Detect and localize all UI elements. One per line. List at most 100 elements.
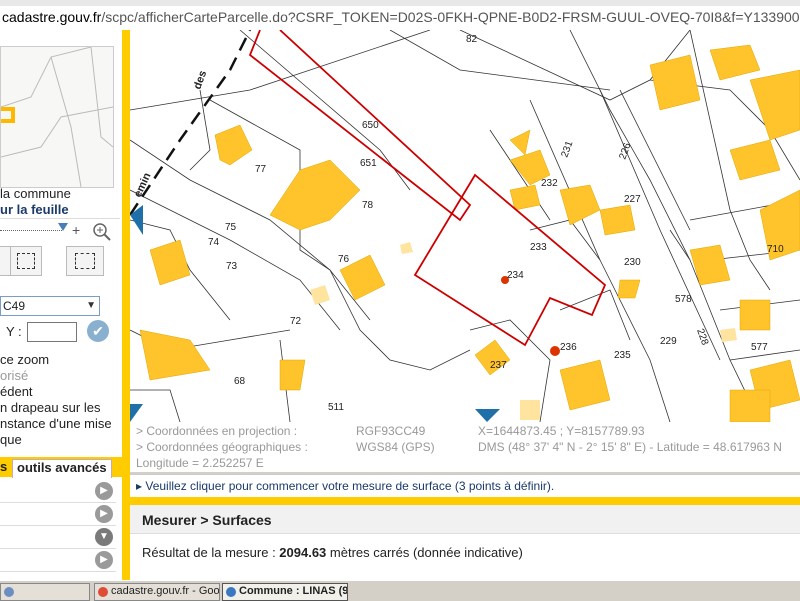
- zoom-in-plus-icon[interactable]: +: [72, 222, 80, 238]
- parcel-label: 230: [624, 257, 641, 268]
- taskbar-item-commune[interactable]: Commune : LINAS (91...: [222, 583, 348, 601]
- parcel-label: 228: [694, 327, 710, 347]
- left-panel: la commune ur la feuille + C49 ▼ Y : ✔ c…: [0, 30, 122, 580]
- panel-tabs: s outils avancés: [0, 457, 122, 478]
- play-icon[interactable]: ▶: [95, 482, 113, 500]
- bullet-arrow-icon: ▸: [136, 479, 146, 493]
- parcel-label: 233: [530, 242, 547, 253]
- dashed-rectangle-icon: [17, 253, 35, 269]
- y-coordinate-input[interactable]: [27, 322, 77, 342]
- parcel-label: 577: [751, 342, 768, 353]
- menu-previous[interactable]: édent: [0, 384, 33, 399]
- parcel-label: 578: [675, 294, 692, 305]
- instruction-text: Veuillez cliquer pour commencer votre me…: [145, 479, 555, 493]
- play-down-icon[interactable]: ▼: [95, 528, 113, 546]
- parcel-label: 77: [255, 164, 267, 175]
- measure-title: Mesurer > Surfaces: [142, 512, 272, 528]
- parcel-label: 75: [225, 222, 237, 233]
- extent-icon: [75, 253, 95, 269]
- parcel-label: 650: [362, 120, 379, 131]
- browser-icon: [226, 587, 236, 597]
- parcel-label: 232: [541, 178, 558, 189]
- coordinates-panel: > Coordonnées en projection : RGF93CC49 …: [130, 422, 800, 472]
- window-icon: [4, 587, 14, 597]
- parcel-label: 511: [328, 402, 344, 413]
- tool-row-2[interactable]: ▶: [0, 503, 116, 526]
- panel-separator: [122, 30, 130, 580]
- parcel-label: 72: [290, 316, 302, 327]
- address-bar[interactable]: cadastre.gouv.fr/scpc/afficherCarteParce…: [0, 0, 800, 31]
- instruction-bar: ▸ Veuillez cliquer pour commencer votre …: [130, 474, 800, 498]
- parcel-label: 231: [559, 139, 575, 159]
- measure-panel: Mesurer > Surfaces Résultat de la mesure…: [130, 505, 800, 580]
- parcel-label: 235: [614, 350, 631, 361]
- projection-label: > Coordonnées en projection :: [136, 424, 298, 438]
- parcel-label: 68: [234, 376, 246, 387]
- parcel-label: 82: [466, 34, 478, 45]
- pan-west-arrow-icon[interactable]: [130, 205, 143, 235]
- parcel-label: 236: [560, 342, 577, 353]
- parcel-650-highlight: [248, 30, 472, 222]
- link-feuille[interactable]: ur la feuille: [0, 202, 69, 217]
- parcel-label: 227: [624, 194, 641, 205]
- parcel-label: 78: [362, 200, 374, 211]
- pan-southwest-arrow-icon[interactable]: [130, 404, 143, 422]
- parcel-label: 76: [338, 254, 350, 265]
- tab-advanced-tools[interactable]: outils avancés: [12, 459, 112, 478]
- menu-flag-line-1[interactable]: n drapeau sur les: [0, 400, 100, 415]
- tab-partial[interactable]: s: [0, 459, 7, 477]
- projection-system: RGF93CC49: [356, 424, 426, 438]
- play-icon[interactable]: ▶: [95, 505, 113, 523]
- overview-minimap[interactable]: [0, 46, 114, 188]
- chevron-down-icon: ▼: [86, 300, 96, 311]
- rectangle-select-button[interactable]: [10, 246, 42, 276]
- menu-authorised: orisé: [0, 368, 29, 383]
- geo-value: DMS (48° 37' 4" N - 2° 15' 8" E) - Latit…: [478, 440, 782, 454]
- map-canvas[interactable]: 82 650 651 77 78 75 74 73 76 72 68 511 2…: [130, 30, 800, 422]
- taskbar: cadastre.gouv.fr - Googl... Commune : LI…: [0, 580, 800, 601]
- menu-flag-line-2[interactable]: nstance d'une mise: [0, 416, 112, 431]
- parcel-label: 74: [208, 237, 220, 248]
- longitude-value: Longitude = 2.252257 E: [136, 456, 264, 470]
- validate-coordinates-button[interactable]: ✔: [87, 320, 109, 342]
- buildings: [139, 44, 800, 422]
- zoom-slider-track[interactable]: [0, 230, 62, 231]
- menu-zoom[interactable]: ce zoom: [0, 352, 49, 367]
- parcel-label: 229: [660, 336, 677, 347]
- divider: [0, 218, 120, 219]
- taskbar-item[interactable]: [0, 583, 90, 601]
- geo-label: > Coordonnées géographiques :: [136, 440, 308, 454]
- menu-flag-line-3[interactable]: que: [0, 432, 22, 447]
- street-label: emin: [132, 171, 154, 200]
- fit-extent-button[interactable]: [66, 246, 104, 276]
- parcel-label: 237: [490, 360, 507, 371]
- parcel-label: 651: [360, 158, 377, 169]
- cadastral-map[interactable]: 82 650 651 77 78 75 74 73 76 72 68 511 2…: [130, 30, 800, 422]
- tool-row-1[interactable]: ▶: [0, 480, 116, 503]
- url-text[interactable]: cadastre.gouv.fr/scpc/afficherCarteParce…: [2, 9, 800, 25]
- y-label: Y :: [6, 324, 22, 339]
- checkmark-icon: ✔: [92, 323, 104, 339]
- parcel-label: 710: [767, 244, 784, 255]
- play-icon[interactable]: ▶: [95, 551, 113, 569]
- street-label: des: [192, 69, 210, 91]
- section-separator: [130, 497, 800, 505]
- geo-system: WGS84 (GPS): [356, 440, 435, 454]
- tool-row-4[interactable]: ▶: [0, 549, 116, 572]
- measure-point-marker[interactable]: [550, 346, 560, 356]
- minimap-lines: [1, 47, 113, 187]
- link-commune[interactable]: la commune: [0, 186, 71, 201]
- projection-value: X=1644873.45 ; Y=8157789.93: [478, 424, 645, 438]
- measure-header: Mesurer > Surfaces: [130, 505, 800, 534]
- browser-top-strip: [0, 0, 800, 6]
- tool-row-3[interactable]: ▼: [0, 526, 116, 549]
- measure-result-value: 2094.63: [279, 545, 327, 560]
- zoom-slider-handle[interactable]: [58, 223, 68, 231]
- zoom-magnifier-icon[interactable]: [92, 222, 112, 242]
- pan-south-arrow-icon[interactable]: [475, 409, 500, 422]
- measure-result: Résultat de la mesure : 2094.63 mètres c…: [142, 545, 523, 560]
- parcel-label: 73: [226, 261, 238, 272]
- projection-select[interactable]: C49 ▼: [0, 296, 100, 316]
- chrome-icon: [98, 587, 108, 597]
- taskbar-item-chrome[interactable]: cadastre.gouv.fr - Googl...: [94, 583, 220, 601]
